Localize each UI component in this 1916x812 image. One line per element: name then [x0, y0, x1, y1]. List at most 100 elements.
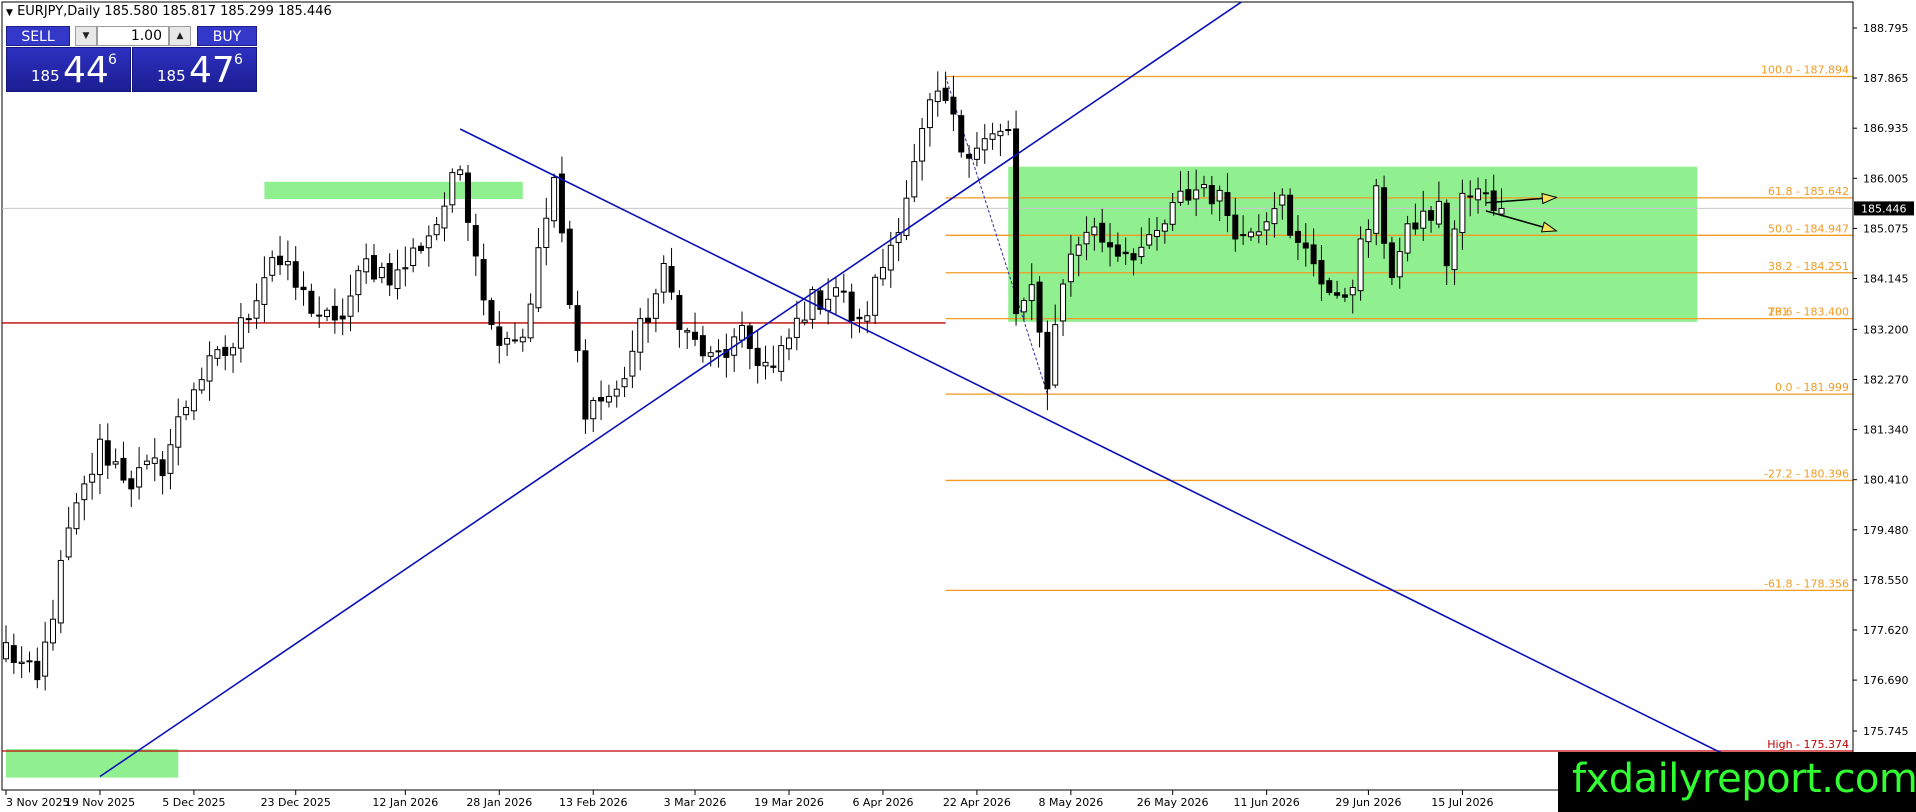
candle-bull	[887, 244, 894, 271]
x-tick-label: 19 Nov 2025	[65, 796, 135, 809]
candle-bull	[136, 467, 143, 488]
candle-bull	[269, 257, 276, 276]
candle-bull	[1420, 210, 1427, 229]
candle-bull	[551, 176, 558, 222]
candle-bear	[480, 259, 487, 301]
candle-bull	[652, 293, 659, 319]
candle-bull	[1154, 230, 1161, 238]
candle-bull	[1146, 234, 1153, 246]
sell-button[interactable]: SELL	[6, 26, 70, 46]
y-tick-label: 183.200	[1863, 323, 1909, 336]
candle-bull	[324, 309, 331, 318]
candle-bull	[872, 276, 879, 316]
candle-bull	[997, 130, 1004, 137]
candle-bull	[449, 172, 456, 206]
x-tick-label: 8 May 2026	[1039, 796, 1104, 809]
candle-bear	[1044, 331, 1051, 390]
candle-bear	[339, 315, 346, 320]
candle-bear	[1326, 280, 1333, 294]
x-tick-label: 23 Dec 2025	[261, 796, 331, 809]
candle-bull	[1271, 208, 1278, 225]
candle-bull	[65, 527, 72, 558]
x-tick-label: 19 Mar 2026	[754, 796, 824, 809]
buy-price-button[interactable]: 185 47 6	[132, 47, 257, 92]
arrow-down-icon[interactable]: ▼	[75, 26, 97, 46]
y-tick-label: 187.865	[1863, 72, 1909, 85]
candle-bull	[1404, 223, 1411, 254]
candle-bull	[143, 460, 150, 466]
candle-bull	[167, 444, 174, 474]
candle-bear	[645, 317, 652, 323]
x-tick-label: 15 Jul 2026	[1431, 796, 1493, 809]
candle-bull	[1138, 246, 1145, 258]
candle-bull	[433, 224, 440, 236]
buy-price-sup: 6	[234, 52, 243, 68]
tp-label: TP1	[1767, 306, 1788, 319]
quantity-input[interactable]: 1.00	[97, 26, 169, 46]
price-chart[interactable]: High - 175.374 100.0 - 187.894 61.8 - 185…	[0, 0, 1916, 812]
candle-bear	[1467, 195, 1474, 198]
candle-bull	[237, 317, 244, 349]
candle-bull	[825, 298, 832, 312]
candle-bull	[402, 267, 409, 270]
x-tick-label: 3 Mar 2026	[664, 796, 727, 809]
candle-bull	[18, 661, 25, 665]
x-tick-label: 28 Jan 2026	[466, 796, 532, 809]
buy-button[interactable]: BUY	[197, 26, 257, 46]
y-tick-label: 175.745	[1863, 725, 1909, 738]
candle-bull	[151, 457, 158, 464]
sell-price-small: 185	[31, 67, 60, 85]
candle-bear	[1310, 244, 1317, 265]
candle-bull	[1028, 284, 1035, 302]
candle-bear	[1490, 190, 1497, 211]
candle-bear	[1302, 242, 1309, 249]
x-tick-label: 13 Feb 2026	[559, 796, 627, 809]
candle-bull	[425, 235, 432, 249]
candle-bear	[371, 255, 378, 280]
candle-bull	[973, 147, 980, 160]
candle-bull	[183, 406, 190, 416]
candle-bull	[1475, 188, 1482, 201]
watermark-banner: fxdailyreport.com	[1558, 752, 1916, 812]
candle-bull	[1459, 192, 1466, 234]
candle-bull	[629, 350, 636, 377]
candle-bull	[590, 400, 597, 420]
candle-bull	[1193, 189, 1200, 200]
candle-bull	[378, 267, 385, 279]
candle-bear	[966, 153, 973, 159]
candle-bull	[864, 315, 871, 322]
candle-bear	[1334, 292, 1341, 296]
candle-bull	[504, 337, 511, 345]
candle-bull	[762, 361, 769, 367]
candle-bull	[1451, 228, 1458, 271]
candle-bear	[856, 316, 863, 320]
arrow-up-icon[interactable]: ▲	[169, 26, 191, 46]
candle-bull	[394, 269, 401, 290]
candle-bear	[120, 457, 127, 481]
candle-bear	[1036, 281, 1043, 333]
candle-bull	[1052, 324, 1059, 386]
candle-bear	[1107, 242, 1114, 248]
candle-bull	[245, 318, 252, 321]
candle-bull	[1263, 221, 1270, 231]
candle-bear	[574, 305, 581, 351]
candle-bear	[496, 326, 503, 346]
sell-price-button[interactable]: 185 44 6	[6, 47, 131, 92]
y-axis: 188.795 187.865 186.935 186.005 185.075 184.1…	[1852, 2, 1914, 790]
candle-bear	[1412, 222, 1419, 230]
candle-bull	[190, 389, 197, 412]
candle-bull	[198, 379, 205, 391]
zone-rect	[6, 749, 179, 778]
current-price-label: 185.446	[1861, 202, 1907, 215]
y-tick-label: 188.795	[1863, 22, 1909, 35]
candle-bear	[10, 645, 17, 663]
triangle-down-icon[interactable]: ▼	[6, 8, 13, 18]
candle-bear	[676, 295, 683, 330]
candle-bull	[911, 161, 918, 198]
candle-bull	[1240, 234, 1247, 237]
candle-bear	[848, 291, 855, 322]
candle-bear	[1428, 210, 1435, 221]
y-tick-label: 179.480	[1863, 524, 1909, 537]
candle-bull	[1060, 283, 1067, 322]
candle-bull	[1255, 231, 1262, 236]
